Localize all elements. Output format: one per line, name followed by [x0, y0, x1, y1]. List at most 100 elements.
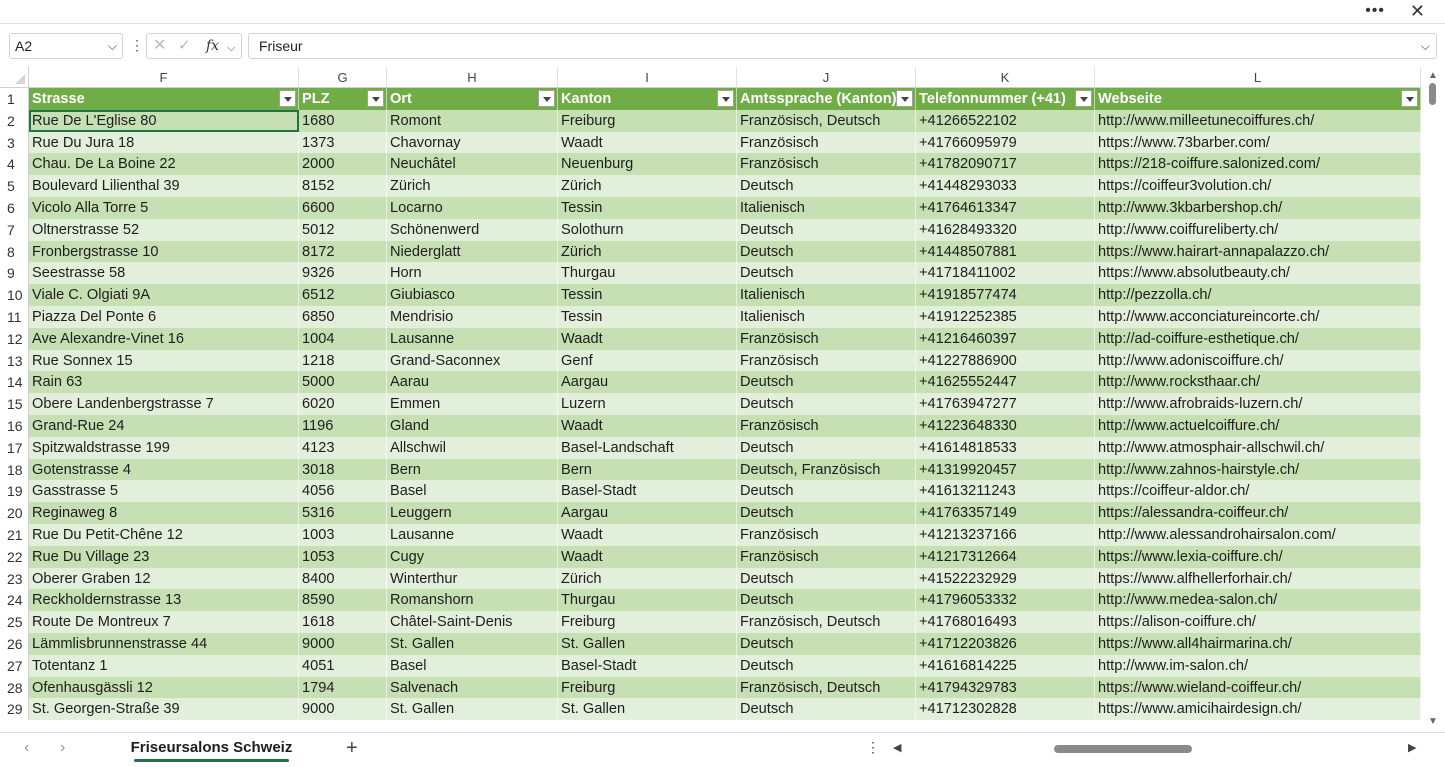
table-cell[interactable]: 1618	[299, 611, 387, 633]
table-cell[interactable]: 9000	[299, 633, 387, 655]
table-cell[interactable]: 4051	[299, 654, 387, 677]
table-cell[interactable]: Ofenhausgässli 12	[29, 676, 299, 699]
table-cell[interactable]: https://coiffeur3volution.ch/	[1095, 175, 1421, 197]
table-cell[interactable]: https://www.all4hairmarina.ch/	[1095, 633, 1421, 655]
row-number[interactable]: 15	[0, 393, 29, 415]
table-cell[interactable]: +41448293033	[916, 175, 1095, 197]
row-number[interactable]: 22	[0, 545, 29, 568]
table-cell[interactable]: Allschwil	[387, 436, 558, 459]
expand-formula-icon[interactable]: ⌵	[1421, 34, 1430, 58]
table-cell[interactable]: Thurgau	[558, 262, 737, 285]
next-sheet-icon[interactable]: ›	[60, 739, 65, 757]
table-cell[interactable]: Deutsch	[737, 393, 916, 415]
table-cell[interactable]: +41216460397	[916, 327, 1095, 350]
header-cell[interactable]: Amtssprache (Kanton)	[737, 88, 916, 110]
table-cell[interactable]: Oltnerstrasse 52	[29, 218, 299, 241]
table-cell[interactable]: Leuggern	[387, 502, 558, 524]
table-cell[interactable]: +41763357149	[916, 502, 1095, 524]
table-cell[interactable]: https://alison-coiffure.ch/	[1095, 611, 1421, 633]
row-number[interactable]: 8	[0, 240, 29, 263]
table-cell[interactable]: 8590	[299, 589, 387, 612]
table-cell[interactable]: Bern	[558, 458, 737, 481]
table-cell[interactable]: Lausanne	[387, 524, 558, 546]
table-cell[interactable]: St. Gallen	[558, 698, 737, 721]
table-cell[interactable]: Locarno	[387, 197, 558, 219]
table-cell[interactable]: http://www.atmosphair-allschwil.ch/	[1095, 436, 1421, 459]
table-cell[interactable]: 1794	[299, 676, 387, 699]
table-cell[interactable]: Viale C. Olgiati 9A	[29, 284, 299, 306]
table-cell[interactable]: Spitzwaldstrasse 199	[29, 436, 299, 459]
table-cell[interactable]: Obere Landenbergstrasse 7	[29, 393, 299, 415]
table-cell[interactable]: Waadt	[558, 415, 737, 437]
scroll-down-icon[interactable]: ▼	[1428, 716, 1438, 727]
table-cell[interactable]: Rue De L'Eglise 80	[29, 109, 299, 132]
table-cell[interactable]: Freiburg	[558, 676, 737, 699]
table-cell[interactable]: Salvenach	[387, 676, 558, 699]
table-cell[interactable]: Italienisch	[737, 197, 916, 219]
table-cell[interactable]: Ave Alexandre-Vinet 16	[29, 327, 299, 350]
table-cell[interactable]: http://www.actuelcoiffure.ch/	[1095, 415, 1421, 437]
table-cell[interactable]: Lausanne	[387, 327, 558, 350]
filter-dropdown-icon[interactable]	[279, 90, 296, 107]
table-cell[interactable]: Waadt	[558, 524, 737, 546]
table-cell[interactable]: 6512	[299, 284, 387, 306]
table-cell[interactable]: Freiburg	[558, 611, 737, 633]
table-cell[interactable]: Waadt	[558, 131, 737, 154]
table-cell[interactable]: 1218	[299, 349, 387, 372]
row-number[interactable]: 18	[0, 458, 29, 481]
table-cell[interactable]: https://www.absolutbeauty.ch/	[1095, 262, 1421, 285]
table-cell[interactable]: St. Gallen	[558, 633, 737, 655]
table-cell[interactable]: Gotenstrasse 4	[29, 458, 299, 481]
sheet-tab[interactable]: Friseursalons Schweiz	[124, 733, 299, 763]
table-cell[interactable]: Neuchâtel	[387, 153, 558, 176]
table-cell[interactable]: Solothurn	[558, 218, 737, 241]
vertical-dots-icon[interactable]: ⋮	[130, 36, 144, 54]
table-cell[interactable]: Basel-Landschaft	[558, 436, 737, 459]
table-cell[interactable]: Boulevard Lilienthal 39	[29, 175, 299, 197]
select-all-corner[interactable]	[0, 67, 29, 88]
table-cell[interactable]: Deutsch, Französisch	[737, 458, 916, 481]
table-cell[interactable]: +41763947277	[916, 393, 1095, 415]
table-cell[interactable]: Freiburg	[558, 109, 737, 132]
table-cell[interactable]: Cugy	[387, 545, 558, 568]
table-cell[interactable]: https://218-coiffure.salonized.com/	[1095, 153, 1421, 176]
table-cell[interactable]: Reckholdernstrasse 13	[29, 589, 299, 612]
chevron-down-icon[interactable]: ⌵	[227, 39, 235, 57]
table-cell[interactable]: +41448507881	[916, 240, 1095, 263]
row-number[interactable]: 23	[0, 567, 29, 590]
table-cell[interactable]: 9326	[299, 262, 387, 285]
filter-dropdown-icon[interactable]	[717, 90, 734, 107]
table-cell[interactable]: Deutsch	[737, 633, 916, 655]
row-number[interactable]: 2	[0, 109, 29, 132]
table-cell[interactable]: 5316	[299, 502, 387, 524]
row-number[interactable]: 28	[0, 676, 29, 699]
table-cell[interactable]: Zürich	[558, 175, 737, 197]
table-cell[interactable]: http://www.im-salon.ch/	[1095, 654, 1421, 677]
header-cell[interactable]: Telefonnummer (+41)	[916, 88, 1095, 110]
table-cell[interactable]: Deutsch	[737, 218, 916, 241]
table-cell[interactable]: Schönenwerd	[387, 218, 558, 241]
table-cell[interactable]: Luzern	[558, 393, 737, 415]
table-cell[interactable]: Französisch	[737, 327, 916, 350]
table-cell[interactable]: 8400	[299, 567, 387, 590]
table-cell[interactable]: http://www.medea-salon.ch/	[1095, 589, 1421, 612]
row-number[interactable]: 4	[0, 153, 29, 176]
table-cell[interactable]: +41266522102	[916, 109, 1095, 132]
table-cell[interactable]: Deutsch	[737, 175, 916, 197]
table-cell[interactable]: 4123	[299, 436, 387, 459]
table-cell[interactable]: Französisch	[737, 415, 916, 437]
column-header-i[interactable]: I	[558, 67, 737, 88]
table-cell[interactable]: Französisch, Deutsch	[737, 109, 916, 132]
table-cell[interactable]: +41766095979	[916, 131, 1095, 154]
row-number[interactable]: 17	[0, 436, 29, 459]
table-cell[interactable]: 8172	[299, 240, 387, 263]
row-number[interactable]: 16	[0, 415, 29, 437]
table-cell[interactable]: Zürich	[387, 175, 558, 197]
table-cell[interactable]: Fronbergstrasse 10	[29, 240, 299, 263]
table-cell[interactable]: Zürich	[558, 567, 737, 590]
table-cell[interactable]: Aargau	[558, 502, 737, 524]
table-cell[interactable]: https://www.hairart-annapalazzo.ch/	[1095, 240, 1421, 263]
table-cell[interactable]: Französisch	[737, 524, 916, 546]
column-header-j[interactable]: J	[737, 67, 916, 88]
table-cell[interactable]: Deutsch	[737, 698, 916, 721]
